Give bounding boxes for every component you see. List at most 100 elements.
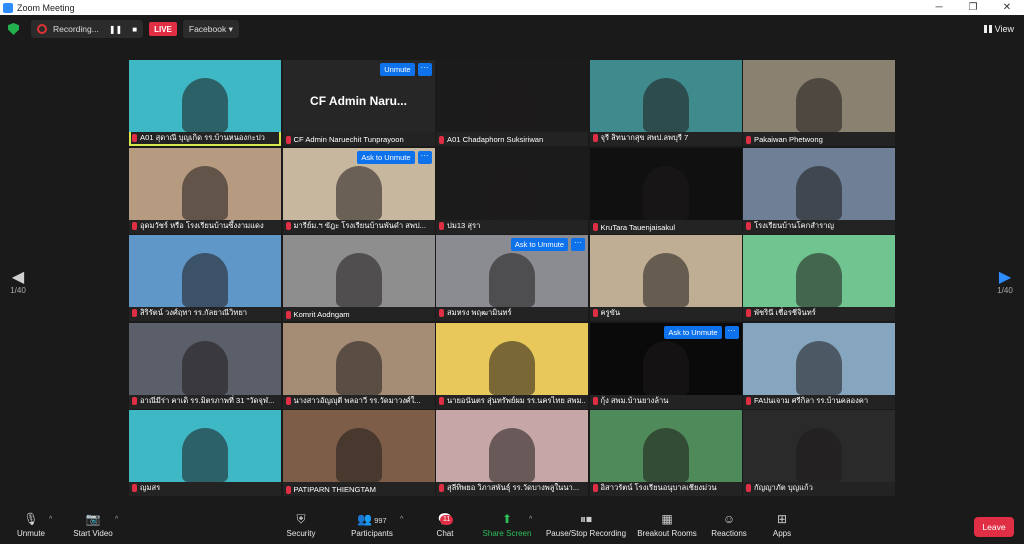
participant-tile[interactable]: Ask to Unmute ··· กุ้ง สพม.บ้านยางล้าน bbox=[589, 322, 742, 409]
participant-name: ครูขัน bbox=[600, 308, 621, 317]
participant-tile[interactable]: Komrit Aodngam bbox=[282, 235, 435, 321]
participant-silhouette bbox=[182, 165, 228, 220]
participant-name-bar: Komrit Aodngam bbox=[285, 310, 432, 319]
participant-tile[interactable]: Ask to Unmute ··· สมหรง พฤฒามินทร์ bbox=[436, 235, 588, 321]
mic-muted-icon bbox=[592, 309, 598, 317]
recording-indicator: Recording... ❚❚ ■ bbox=[31, 20, 144, 38]
participant-name: Komrit Aodngam bbox=[293, 310, 350, 319]
participant-tile[interactable]: อุดมวัชร์ หรือ โรงเรียนบ้านซึ้งงามแดง bbox=[129, 147, 281, 234]
security-shield-icon[interactable] bbox=[8, 23, 19, 35]
participant-name-bar: สิริรัตน์ วงศ์ฤทา รร.กัลยาณีวิทยา bbox=[132, 307, 278, 319]
mic-muted-icon bbox=[285, 396, 291, 405]
chevron-left-icon[interactable]: ◀ bbox=[8, 270, 28, 286]
participant-silhouette bbox=[642, 253, 689, 307]
minimize-icon[interactable]: ─ bbox=[922, 2, 956, 13]
tile-action-button[interactable]: Ask to Unmute bbox=[664, 325, 722, 339]
start-video-button[interactable]: 📷 Start Video bbox=[70, 512, 116, 538]
reactions-button[interactable]: ☺ Reactions bbox=[710, 512, 748, 538]
participant-name: FAปนเจาม ศรีกิลา รร.บ้านคลองคา bbox=[754, 395, 869, 405]
participant-tile[interactable]: PATIPARN THIENGTAM bbox=[282, 410, 435, 496]
share-screen-icon: ⬆ bbox=[501, 512, 513, 526]
stream-target-dropdown[interactable]: Facebook ▾ bbox=[182, 20, 239, 38]
participant-name: กุ้ง สพม.บ้านยางล้าน bbox=[600, 395, 669, 405]
window-controls: ─ ❐ ✕ bbox=[922, 2, 1024, 13]
participant-tile[interactable]: KruTara Tauenjaisakul bbox=[589, 147, 742, 234]
participant-name-bar: กัญญาภัต บุญแก้ว bbox=[746, 482, 892, 494]
participant-silhouette bbox=[796, 165, 842, 220]
participant-tile[interactable]: นางสาวอัญญุตี พลอาวี รร.วัดมาวงศ์ใ... bbox=[282, 322, 435, 409]
tile-action-button[interactable]: Unmute bbox=[380, 63, 415, 76]
participant-silhouette bbox=[182, 78, 228, 132]
participant-video bbox=[589, 410, 742, 482]
participant-tile[interactable]: โรงเรียนบ้านโคกสำราญ bbox=[743, 147, 895, 234]
security-button[interactable]: ⛨ Security bbox=[282, 512, 320, 538]
next-page-nav[interactable]: ▶ 1/40 bbox=[995, 270, 1015, 296]
view-button[interactable]: View bbox=[983, 24, 1014, 34]
more-options-icon[interactable]: ··· bbox=[724, 325, 739, 339]
participant-tile[interactable]: สิริรัตน์ วงศ์ฤทา รร.กัลยาณีวิทยา bbox=[129, 235, 281, 321]
maximize-icon[interactable]: ❐ bbox=[956, 2, 990, 13]
participant-tile[interactable]: CF Admin Naru... Unmute ··· CF Admin Naruec… bbox=[282, 60, 435, 146]
more-options-icon[interactable]: ··· bbox=[417, 63, 432, 76]
participants-button[interactable]: 👥 997 Participants bbox=[346, 512, 398, 538]
participant-tile[interactable]: นายอนันตร สุ่นทรัพย์ผม รร.นครไทย สพม... bbox=[436, 322, 588, 409]
participant-tile[interactable]: ปม13 สุรา bbox=[436, 147, 588, 234]
stop-recording-button[interactable]: ■ bbox=[132, 25, 137, 34]
participant-video bbox=[129, 60, 281, 132]
participant-tile[interactable]: FAปนเจาม ศรีกิลา รร.บ้านคลองคา bbox=[743, 322, 895, 409]
tile-action-button[interactable]: Ask to Unmute bbox=[510, 238, 568, 251]
mic-muted-icon bbox=[592, 396, 598, 405]
participant-silhouette bbox=[335, 340, 382, 395]
tile-action-button[interactable]: Ask to Unmute bbox=[357, 150, 415, 164]
participant-name: สุลีทิพยอ วิภาสพันธุ์ รร.วัดบางพลูในนา..… bbox=[447, 483, 580, 492]
participant-tile[interactable]: A01 สุดาณี บุญเกิด รร.บ้านหนองกะปว bbox=[129, 60, 281, 146]
video-options-caret[interactable]: ^ bbox=[115, 516, 118, 523]
participant-tile[interactable]: ครูขัน bbox=[589, 235, 742, 321]
participant-tile[interactable]: จุรี สิทนากสุข สพป.ลพบุรี 7 bbox=[589, 60, 742, 146]
participant-tile[interactable]: สุลีทิพยอ วิภาสพันธุ์ รร.วัดบางพลูในนา..… bbox=[436, 410, 588, 496]
more-options-icon[interactable]: ··· bbox=[417, 150, 432, 164]
participant-name: KruTara Tauenjaisakul bbox=[600, 222, 676, 232]
mic-muted-icon bbox=[592, 223, 598, 231]
participant-tile[interactable]: ญมสร bbox=[129, 410, 281, 496]
participant-name-bar: สุลีทิพยอ วิภาสพันธุ์ รร.วัดบางพลูในนา..… bbox=[439, 482, 585, 494]
share-options-caret[interactable]: ^ bbox=[529, 516, 532, 523]
participant-tile[interactable]: อาณีมีร่า คาเดิ รร.มิตรภาพที่ 31 "วัดจุฬ… bbox=[129, 322, 281, 409]
participant-display-name: CF Admin Naru... bbox=[310, 94, 407, 108]
participant-tile[interactable]: กัญญาภัต บุญแก้ว bbox=[743, 410, 895, 496]
share-screen-button[interactable]: ⬆ Share Screen bbox=[482, 512, 532, 538]
unmute-button[interactable]: 🎙 Unmute bbox=[14, 512, 48, 538]
audio-options-caret[interactable]: ^ bbox=[49, 516, 52, 523]
participant-tile[interactable]: พัชรินี เชื่อรชีจินทร์ bbox=[743, 235, 895, 321]
participant-name-bar: สมหรง พฤฒามินทร์ bbox=[439, 307, 585, 319]
mic-muted-icon bbox=[746, 221, 751, 230]
participant-name: นายอนันตร สุ่นทรัพย์ผม รร.นครไทย สพม... bbox=[447, 395, 585, 405]
window-title: Zoom Meeting bbox=[17, 2, 75, 13]
participant-name-bar: CF Admin Naruechit Tunprayoon bbox=[285, 135, 432, 144]
participant-silhouette bbox=[182, 253, 228, 307]
more-options-icon[interactable]: ··· bbox=[571, 238, 585, 251]
participant-tile[interactable]: Pakaiwan Phetwong bbox=[743, 60, 895, 146]
participants-options-caret[interactable]: ^ bbox=[400, 516, 403, 523]
participant-tile[interactable]: อิสาวรัตน์ โรงเรียนอนุบาลเชียงม่วน bbox=[589, 410, 742, 496]
microphone-muted-icon: 🎙 bbox=[23, 512, 39, 526]
participant-name: ญมสร bbox=[140, 483, 161, 492]
participant-name-bar: มารีย์ม.ฯ ขัฎะ โรงเรียนบ้านพันดำ สพป... bbox=[285, 220, 432, 232]
prev-page-nav[interactable]: ◀ 1/40 bbox=[8, 270, 28, 296]
pause-recording-button[interactable]: ❚❚ bbox=[109, 25, 122, 34]
pause-stop-recording-button[interactable]: ⏸⏹ Pause/Stop Recording bbox=[544, 512, 628, 538]
participant-video bbox=[589, 60, 742, 132]
participant-name: A01 สุดาณี บุญเกิด รร.บ้านหนองกะปว bbox=[140, 133, 265, 142]
close-icon[interactable]: ✕ bbox=[990, 2, 1024, 13]
participant-video bbox=[129, 147, 281, 220]
mic-muted-icon bbox=[439, 484, 444, 492]
participant-tile[interactable]: Ask to Unmute ··· มารีย์ม.ฯ ขัฎะ โรงเรียนบ… bbox=[282, 147, 435, 234]
leave-button[interactable]: Leave bbox=[974, 517, 1014, 537]
chevron-right-icon[interactable]: ▶ bbox=[995, 270, 1015, 286]
breakout-rooms-button[interactable]: ▦ Breakout Rooms bbox=[636, 512, 698, 538]
participant-tile[interactable]: A01 Chadaphorn Suksiriwan bbox=[436, 60, 588, 146]
participant-video bbox=[589, 147, 742, 220]
meeting-topbar: Recording... ❚❚ ■ LIVE Facebook ▾ View bbox=[0, 15, 1024, 43]
chat-button[interactable]: 💬 11 Chat bbox=[430, 512, 460, 538]
apps-button[interactable]: ⊞ Apps bbox=[768, 512, 796, 538]
